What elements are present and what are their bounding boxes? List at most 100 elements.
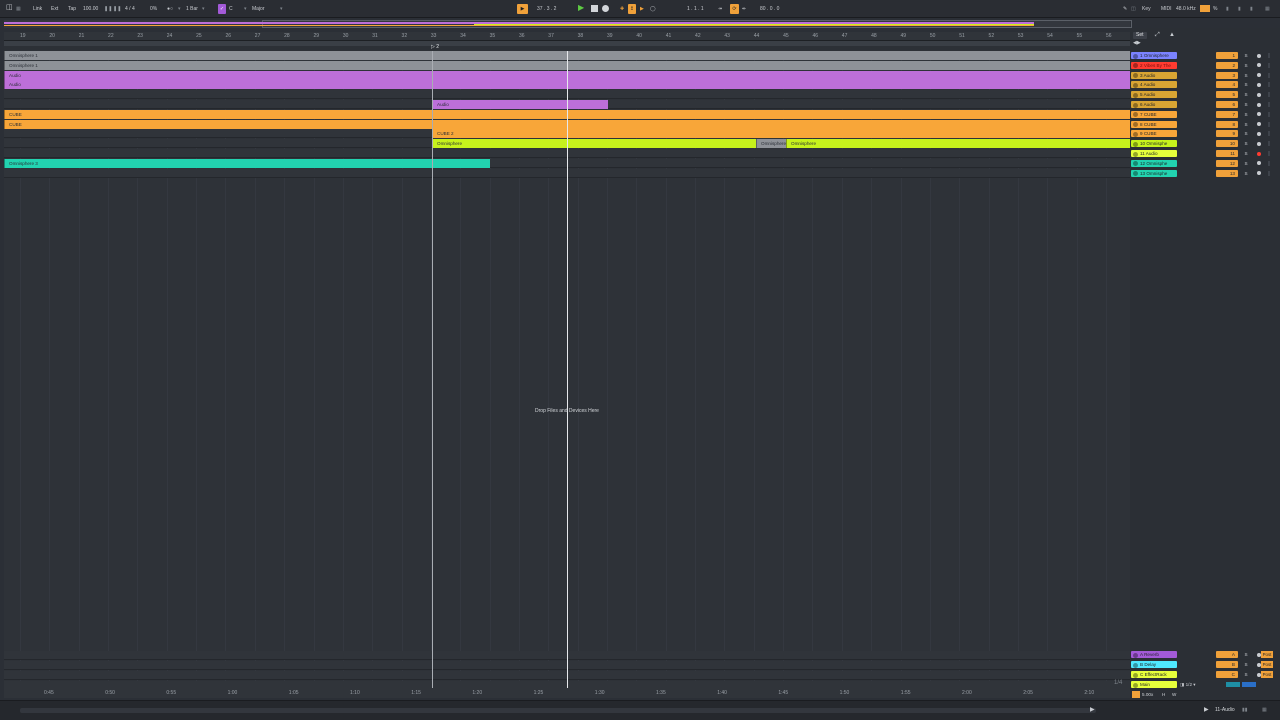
pencil-icon[interactable]: ✎ <box>1123 4 1127 14</box>
solo-button[interactable]: S <box>1242 150 1250 157</box>
mixer-track-row[interactable]: 7 CUBE 7 S <box>1130 110 1280 119</box>
mixer-return-row[interactable]: B Delay B S Post <box>1130 660 1280 669</box>
horizontal-scrollbar[interactable] <box>20 708 1096 713</box>
track-name-button[interactable]: 11 Audio <box>1131 150 1177 157</box>
track-activator-icon[interactable] <box>1133 122 1138 128</box>
track-activator-icon[interactable] <box>1133 112 1138 118</box>
main-volume-slider[interactable] <box>1226 682 1240 687</box>
arm-icon[interactable] <box>1257 73 1261 78</box>
solo-button[interactable]: S <box>1242 72 1250 79</box>
track-activator-icon[interactable] <box>1133 82 1138 88</box>
arm-icon[interactable] <box>1257 122 1261 127</box>
track-number[interactable]: C <box>1216 671 1238 678</box>
track-activator-icon[interactable] <box>1133 92 1138 98</box>
punch-out-icon[interactable]: ↞ <box>742 4 746 14</box>
track-name-button[interactable]: 4 Audio <box>1131 81 1177 89</box>
punch-in-icon[interactable]: ↠ <box>718 4 722 14</box>
arm-icon[interactable] <box>1257 151 1261 156</box>
tap-tempo-button[interactable]: Tap <box>66 4 78 14</box>
solo-button[interactable]: S <box>1242 52 1250 59</box>
track-activator-icon[interactable] <box>1133 161 1138 167</box>
arm-icon[interactable] <box>1257 161 1261 166</box>
scale-toggle-icon[interactable]: ✓ <box>218 4 226 14</box>
zoom-level[interactable]: 5.00x <box>1142 691 1153 698</box>
key-map-button[interactable]: Key <box>1142 4 1151 14</box>
time-ruler[interactable]: 0:45 0:50 0:55 1:00 1:05 1:10 1:15 1:20 1:25 1:30… <box>4 688 1130 698</box>
metronome-icon[interactable]: ●○ <box>167 4 173 14</box>
arm-icon[interactable] <box>1257 92 1261 97</box>
track-number[interactable]: 3 <box>1216 71 1238 79</box>
scale-chevron-icon[interactable]: ▾ <box>280 4 283 14</box>
track-name-button[interactable]: C EffectRack <box>1131 671 1177 678</box>
arrangement-clip[interactable]: Audio <box>432 100 608 109</box>
arm-icon[interactable] <box>1257 82 1261 87</box>
track-number[interactable]: 4 <box>1216 81 1238 89</box>
track-name-button[interactable]: A Reverb <box>1131 651 1177 658</box>
track-number[interactable]: B <box>1216 661 1238 668</box>
track-number[interactable]: 11 <box>1216 150 1238 157</box>
detail-view-icon[interactable]: ▦ <box>1262 707 1267 713</box>
follow-icon[interactable]: ▶ <box>517 4 528 14</box>
track-name-button[interactable]: B Delay <box>1131 661 1177 668</box>
loop-icon[interactable]: ⟳ <box>730 4 739 14</box>
mixer-track-row[interactable]: 4 Audio 4 S <box>1130 80 1280 89</box>
track-number[interactable]: A <box>1216 651 1238 658</box>
track-activator-icon[interactable] <box>1133 102 1138 108</box>
arrangement-clip[interactable]: Omnisphere <box>786 139 1130 149</box>
loop-start-field[interactable]: 1 . 1 . 1 <box>687 4 704 14</box>
solo-button[interactable]: S <box>1242 651 1250 658</box>
keys-icon[interactable]: ▦ <box>1265 4 1270 14</box>
solo-button[interactable]: S <box>1242 671 1250 678</box>
mixer-track-row[interactable]: 13 Omnisphe 13 S <box>1130 169 1280 178</box>
arrangement-clip[interactable]: Omnisphere 3 <box>4 158 490 168</box>
track-number[interactable]: 13 <box>1216 169 1238 177</box>
quantize-chevron-icon[interactable]: ▾ <box>202 4 205 14</box>
nudge-icon[interactable]: ❚❚ <box>104 4 112 14</box>
post-button[interactable]: Post <box>1261 651 1273 658</box>
grid-icon[interactable]: ▦ <box>16 4 21 14</box>
track-number[interactable]: 8 <box>1216 120 1238 128</box>
mixer-track-row[interactable]: 6 Audio 6 S <box>1130 100 1280 109</box>
arm-icon[interactable] <box>1257 141 1261 146</box>
track-name-button[interactable]: 13 Omnisphe <box>1131 169 1177 177</box>
arm-icon[interactable] <box>1257 53 1261 58</box>
time-signature-field[interactable]: 4 / 4 <box>125 4 135 14</box>
view-toggle-icon[interactable]: ▮▮ <box>1242 707 1248 713</box>
track-activator-icon[interactable] <box>1133 652 1138 658</box>
solo-button[interactable]: S <box>1242 62 1250 69</box>
nudge-up-icon[interactable]: ❚❚ <box>113 4 121 14</box>
mixer-track-row[interactable]: 5 Audio 5 S <box>1130 90 1280 99</box>
arm-icon[interactable] <box>1257 112 1261 117</box>
post-button[interactable]: Post <box>1261 671 1273 678</box>
track-name-button[interactable]: 1 Omnisphere <box>1131 52 1177 59</box>
solo-button[interactable]: S <box>1242 81 1250 88</box>
track-number[interactable]: 5 <box>1216 91 1238 99</box>
overdub-icon[interactable]: ✚ <box>620 4 624 14</box>
tempo-field[interactable]: 100.00 <box>83 4 98 14</box>
track-number[interactable]: 6 <box>1216 101 1238 108</box>
track-name-button[interactable]: 3 Audio <box>1131 71 1177 79</box>
solo-button[interactable]: S <box>1242 121 1250 128</box>
mixer-return-row[interactable]: C EffectRack C S Post <box>1130 670 1280 679</box>
playhead[interactable] <box>567 51 568 688</box>
track-activator-icon[interactable] <box>1133 672 1138 678</box>
track-number[interactable]: 2 <box>1216 61 1238 69</box>
track-name-button[interactable]: 8 CUBE <box>1131 120 1177 128</box>
track-activator-icon[interactable] <box>1133 662 1138 668</box>
arm-icon[interactable] <box>1257 171 1261 176</box>
track-activator-icon[interactable] <box>1133 131 1138 137</box>
midi-map-button[interactable]: MIDI <box>1161 4 1172 14</box>
mixer-track-row[interactable]: 8 CUBE 8 S <box>1130 120 1280 129</box>
track-number[interactable]: 1 <box>1216 52 1238 59</box>
scroll-right-icon[interactable]: ▶ <box>1090 706 1095 713</box>
main-track-row[interactable]: Main ◨ 1/2 ▾ <box>1130 680 1280 689</box>
arrangement-clip[interactable]: CUBE 2 <box>432 129 1130 139</box>
arm-icon[interactable] <box>1257 63 1261 68</box>
mixer-track-row[interactable]: 10 Omnisphe 10 S <box>1130 139 1280 148</box>
mixer-return-row[interactable]: A Reverb A S Post <box>1130 650 1280 659</box>
draw-mode-icon[interactable]: ◫ <box>1131 4 1136 14</box>
locator-marker[interactable]: ▷ 2 <box>431 44 439 50</box>
cue-out-select[interactable]: ◨ 1/2 ▾ <box>1180 681 1196 688</box>
scroll-arrows-icon[interactable]: ◀▶ <box>1133 40 1141 46</box>
arrangement-overview[interactable] <box>4 20 1132 28</box>
